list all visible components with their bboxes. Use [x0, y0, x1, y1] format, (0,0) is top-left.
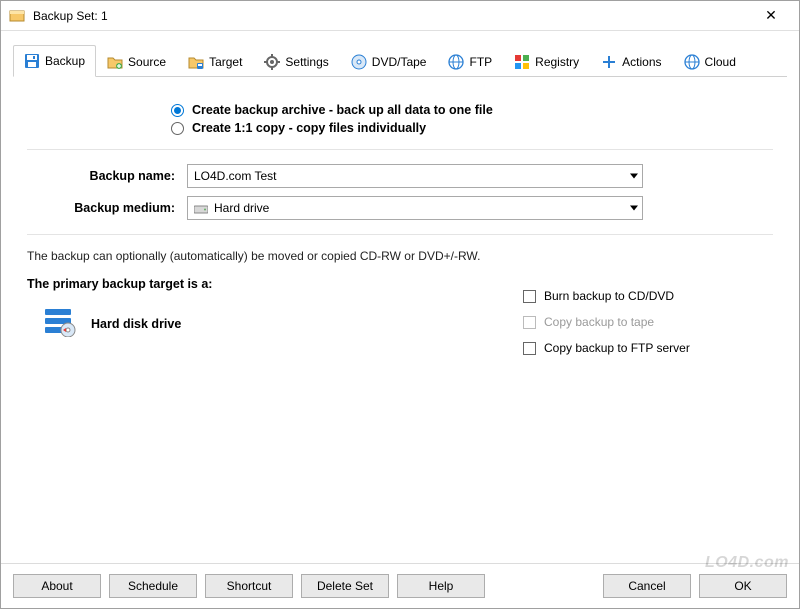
titlebar: Backup Set: 1 ✕	[1, 1, 799, 31]
folder-save-icon	[188, 54, 204, 70]
tab-target[interactable]: Target	[177, 45, 253, 77]
checkbox-burn-cd[interactable]: Burn backup to CD/DVD	[523, 289, 773, 303]
radio-create-archive[interactable]: Create backup archive - back up all data…	[171, 103, 773, 117]
backup-name-label: Backup name:	[27, 169, 187, 183]
columns: The primary backup target is a:	[27, 277, 773, 367]
globe-icon	[448, 54, 464, 70]
tab-label: DVD/Tape	[372, 55, 427, 69]
folder-plus-icon	[107, 54, 123, 70]
checkbox-label: Copy backup to tape	[544, 315, 654, 329]
gear-icon	[264, 54, 280, 70]
radio-label: Create backup archive - back up all data…	[192, 103, 493, 117]
hard-drive-icon	[194, 203, 208, 213]
checkbox-copy-tape: Copy backup to tape	[523, 315, 773, 329]
separator	[27, 149, 773, 150]
hard-disk-icon	[43, 307, 77, 340]
tab-label: Backup	[45, 54, 85, 68]
checkbox-icon	[523, 316, 536, 329]
tab-actions[interactable]: Actions	[590, 45, 672, 77]
checkbox-label: Burn backup to CD/DVD	[544, 289, 674, 303]
note-text: The backup can optionally (automatically…	[27, 249, 773, 263]
backup-name-value: LO4D.com Test	[194, 169, 276, 183]
tab-ftp[interactable]: FTP	[437, 45, 503, 77]
close-button[interactable]: ✕	[751, 7, 791, 24]
tab-label: Registry	[535, 55, 579, 69]
ok-button[interactable]: OK	[699, 574, 787, 598]
backup-name-combo[interactable]: LO4D.com Test	[187, 164, 643, 188]
tab-label: FTP	[469, 55, 492, 69]
primary-target-label: The primary backup target is a:	[27, 277, 523, 291]
cancel-button[interactable]: Cancel	[603, 574, 691, 598]
checkbox-label: Copy backup to FTP server	[544, 341, 690, 355]
tab-label: Settings	[285, 55, 328, 69]
backup-medium-label: Backup medium:	[27, 201, 187, 215]
col-primary-target: The primary backup target is a:	[27, 277, 523, 367]
backup-medium-value: Hard drive	[214, 201, 269, 215]
tab-source[interactable]: Source	[96, 45, 177, 77]
disc-icon	[351, 54, 367, 70]
checkbox-icon	[523, 290, 536, 303]
backup-medium-combo[interactable]: Hard drive	[187, 196, 643, 220]
tab-label: Source	[128, 55, 166, 69]
row-backup-medium: Backup medium: Hard drive	[27, 196, 773, 220]
tab-dvdtape[interactable]: DVD/Tape	[340, 45, 438, 77]
checkbox-icon	[523, 342, 536, 355]
row-backup-name: Backup name: LO4D.com Test	[27, 164, 773, 188]
schedule-button[interactable]: Schedule	[109, 574, 197, 598]
about-button[interactable]: About	[13, 574, 101, 598]
save-icon	[24, 53, 40, 69]
button-bar: About Schedule Shortcut Delete Set Help …	[1, 563, 799, 608]
app-icon	[9, 8, 25, 24]
help-button[interactable]: Help	[397, 574, 485, 598]
radio-icon	[171, 104, 184, 117]
window-title: Backup Set: 1	[33, 9, 751, 23]
checkbox-copy-ftp[interactable]: Copy backup to FTP server	[523, 341, 773, 355]
window: Backup Set: 1 ✕ Backup Source Targe	[0, 0, 800, 609]
globe-icon	[684, 54, 700, 70]
col-options: Burn backup to CD/DVD Copy backup to tap…	[523, 277, 773, 367]
content-area: Backup Source Target Settings	[1, 31, 799, 563]
registry-icon	[514, 54, 530, 70]
delete-set-button[interactable]: Delete Set	[301, 574, 389, 598]
tab-label: Cloud	[705, 55, 736, 69]
tab-strip: Backup Source Target Settings	[13, 45, 787, 77]
primary-target-value: Hard disk drive	[91, 317, 181, 331]
separator	[27, 234, 773, 235]
tab-label: Target	[209, 55, 242, 69]
radio-label: Create 1:1 copy - copy files individuall…	[192, 121, 426, 135]
tab-cloud[interactable]: Cloud	[673, 45, 747, 77]
shortcut-button[interactable]: Shortcut	[205, 574, 293, 598]
tab-backup[interactable]: Backup	[13, 45, 96, 77]
tab-registry[interactable]: Registry	[503, 45, 590, 77]
tab-panel-backup: Create backup archive - back up all data…	[13, 77, 787, 563]
tab-label: Actions	[622, 55, 661, 69]
radio-create-copy[interactable]: Create 1:1 copy - copy files individuall…	[171, 121, 773, 135]
chevron-down-icon	[630, 174, 638, 179]
chevron-down-icon	[630, 206, 638, 211]
plus-icon	[601, 54, 617, 70]
primary-target-row: Hard disk drive	[43, 307, 523, 340]
radio-icon	[171, 122, 184, 135]
tab-settings[interactable]: Settings	[253, 45, 339, 77]
